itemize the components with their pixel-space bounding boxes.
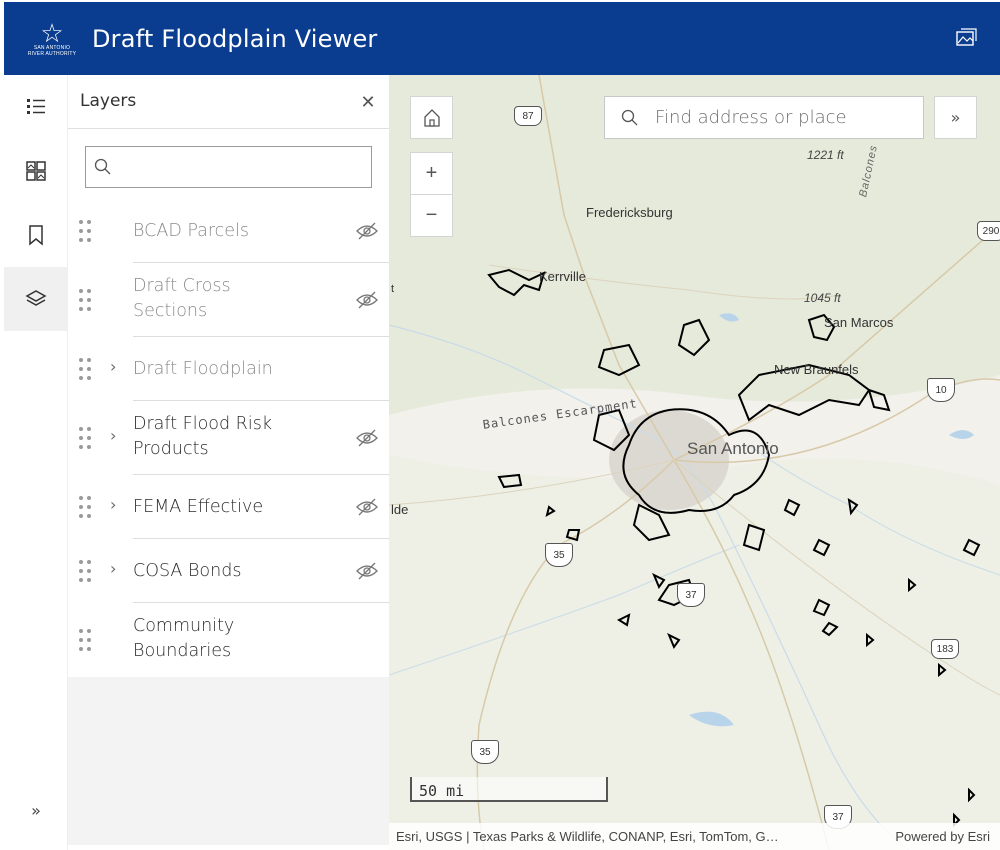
visibility-off-icon[interactable]	[355, 497, 379, 517]
bookmark-icon	[29, 225, 43, 246]
drag-handle-icon[interactable]	[79, 220, 91, 242]
place-label: Kerrville	[539, 269, 586, 284]
drag-handle-icon[interactable]	[79, 560, 91, 582]
chevron-right-icon[interactable]: ›	[110, 559, 116, 578]
search-icon	[86, 158, 120, 176]
minus-icon: −	[425, 204, 438, 226]
search-widget	[604, 96, 924, 139]
chevron-right-icon[interactable]: ›	[110, 495, 116, 514]
close-panel-button[interactable]: ✕	[355, 89, 381, 115]
map-print-icon	[956, 28, 977, 46]
layer-filter	[85, 146, 372, 188]
scale-bar: 50 mi	[410, 777, 608, 802]
visibility-off-icon[interactable]	[355, 561, 379, 581]
home-icon	[423, 108, 440, 127]
layers-panel-title: Layers	[80, 91, 137, 111]
layers-panel-header: Layers ✕	[68, 75, 389, 129]
close-icon: ✕	[360, 91, 376, 112]
chevron-right-icon[interactable]: ›	[110, 357, 116, 376]
logo-text-line2: RIVER AUTHORITY	[27, 50, 77, 57]
legend-action-button[interactable]	[4, 75, 68, 139]
drag-handle-icon[interactable]	[79, 358, 91, 380]
app-root: ☆ SAN ANTONIO RIVER AUTHORITY Draft Floo…	[0, 0, 1000, 850]
layer-item[interactable]: BCAD Parcels	[68, 199, 389, 263]
double-chevron-right-icon: »	[950, 108, 961, 127]
legend-icon	[27, 99, 45, 114]
layer-item[interactable]: › COSA Bonds	[68, 539, 389, 603]
layer-name: FEMA Effective	[133, 497, 264, 517]
route-shield: 10	[927, 378, 955, 402]
layer-item[interactable]: › FEMA Effective	[68, 475, 389, 539]
river-authority-logo: ☆ SAN ANTONIO RIVER AUTHORITY	[22, 2, 82, 75]
map-view[interactable]: Fredericksburg Kerrville San Marcos New …	[389, 75, 1000, 850]
drag-handle-icon[interactable]	[79, 427, 91, 449]
layer-item[interactable]: Draft Cross Sections	[68, 263, 389, 337]
star-icon: ☆	[40, 17, 64, 48]
visibility-off-icon[interactable]	[355, 221, 379, 241]
zoom-in-button[interactable]: +	[410, 152, 453, 195]
route-shield: 290	[977, 221, 1000, 241]
scale-label: 50 mi	[419, 782, 465, 800]
powered-by-esri[interactable]: Powered by Esri	[895, 829, 990, 844]
place-label: San Marcos	[824, 315, 894, 330]
layer-name: BCAD Parcels	[133, 221, 250, 241]
chevron-right-icon[interactable]: ›	[110, 426, 116, 445]
place-label: lde	[391, 502, 409, 517]
elevation-label: 1045 ft	[804, 291, 841, 305]
print-map-button[interactable]	[952, 24, 980, 52]
visibility-off-icon[interactable]	[355, 290, 379, 310]
search-source-toggle-button[interactable]: »	[934, 96, 977, 139]
layer-filter-input[interactable]	[120, 148, 371, 186]
layers-action-button[interactable]	[4, 267, 68, 331]
drag-handle-icon[interactable]	[79, 629, 91, 651]
layer-list: BCAD Parcels Draft Cross Sections › Draf…	[68, 199, 389, 677]
route-shield: 183	[931, 639, 959, 659]
drag-handle-icon[interactable]	[79, 496, 91, 518]
search-icon	[605, 109, 655, 127]
app-title: Draft Floodplain Viewer	[92, 24, 378, 53]
route-shield: 87	[514, 106, 542, 126]
action-bar	[4, 75, 68, 850]
drag-handle-icon[interactable]	[79, 289, 91, 311]
layers-icon	[25, 290, 47, 306]
layer-item[interactable]: › Draft Floodplain	[68, 337, 389, 401]
place-label: San Antonio	[687, 439, 779, 458]
place-label: New Braunfels	[774, 362, 859, 377]
basemap-gallery-action-button[interactable]	[4, 139, 68, 203]
basemap	[389, 75, 1000, 850]
app-header: ☆ SAN ANTONIO RIVER AUTHORITY Draft Floo…	[4, 2, 1000, 75]
route-shield: 37	[677, 583, 705, 607]
layer-name: Community Boundaries	[133, 616, 235, 661]
layer-name: Draft Cross Sections	[133, 276, 231, 321]
expand-action-bar-button[interactable]: »	[4, 790, 68, 830]
home-button[interactable]	[410, 96, 453, 139]
attribution-text[interactable]: Esri, USGS | Texas Parks & Wildlife, CON…	[396, 829, 779, 844]
layer-name: COSA Bonds	[133, 561, 242, 581]
elevation-label: 1221 ft	[807, 148, 844, 162]
search-input[interactable]	[655, 97, 923, 138]
layer-filter-wrapper	[68, 129, 389, 199]
route-shield: 35	[471, 740, 499, 764]
bookmarks-action-button[interactable]	[4, 203, 68, 267]
layer-item[interactable]: › Draft Flood Risk Products	[68, 401, 389, 475]
place-label: t	[391, 283, 395, 295]
route-shield: 35	[545, 543, 573, 567]
visibility-off-icon[interactable]	[355, 428, 379, 448]
layer-name: Draft Flood Risk Products	[133, 414, 272, 459]
layer-item[interactable]: Community Boundaries	[68, 603, 389, 677]
place-label: Fredericksburg	[586, 205, 673, 220]
zoom-out-button[interactable]: −	[410, 194, 453, 237]
basemap-gallery-icon	[26, 161, 46, 181]
attribution-bar: Esri, USGS | Texas Parks & Wildlife, CON…	[389, 823, 1000, 850]
layer-name: Draft Floodplain	[133, 359, 273, 379]
plus-icon: +	[425, 162, 438, 184]
layers-panel: Layers ✕ BCAD Parcels Draft Cross Sectio…	[68, 75, 389, 845]
